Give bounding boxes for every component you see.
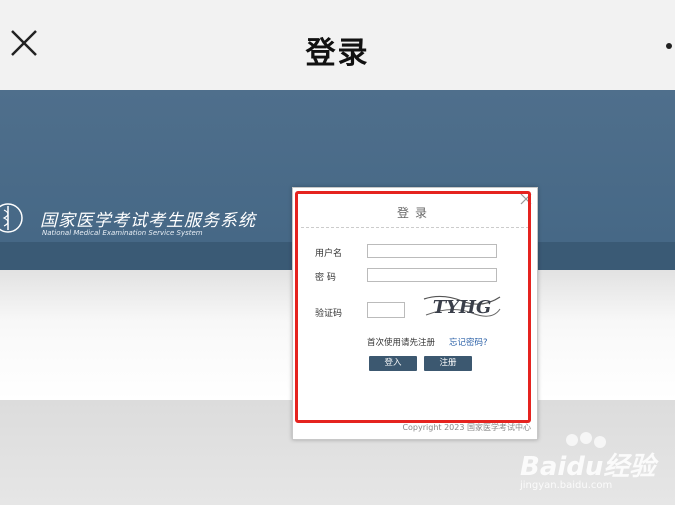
- highlight-annotation-box: [295, 191, 531, 423]
- more-menu-icon[interactable]: [666, 43, 672, 49]
- site-name-chinese: 国家医学考试考生服务系统: [40, 211, 256, 231]
- top-navigation-bar: 登录: [0, 0, 675, 90]
- watermark-url: jingyan.baidu.com: [520, 480, 613, 491]
- watermark-brand: Baidu经验: [520, 452, 656, 482]
- medical-emblem-icon: [0, 203, 23, 233]
- copyright-text: Copyright 2023 国家医学考试中心: [402, 423, 531, 432]
- site-name-english: National Medical Examination Service Sys…: [42, 229, 203, 237]
- page-title: 登录: [305, 36, 370, 71]
